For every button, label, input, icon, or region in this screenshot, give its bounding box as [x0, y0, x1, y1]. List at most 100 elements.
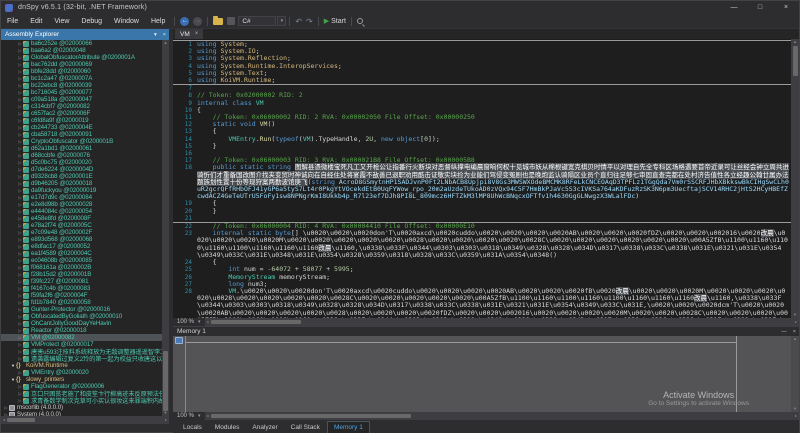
tree-item-bac762dd[interactable]: ▷bac762dd @02000069 — [1, 61, 162, 68]
tree-item-fd1b7840[interactable]: ▷fd1b7840 @02000058 — [1, 299, 162, 306]
navigate-back-button[interactable]: ← — [180, 17, 189, 26]
tree-item-cb244733[interactable]: ▷cb244733 @0200004E — [1, 124, 162, 131]
tree-item-ba6c252e[interactable]: ▷ba6c252e @02000066 — [1, 40, 162, 47]
tree-item-e8dfac17[interactable]: ▷e8dfac17 @02000052 — [1, 243, 162, 250]
code-text[interactable] — [197, 215, 791, 222]
code-text[interactable]: } — [197, 143, 791, 150]
memory-panel-header[interactable]: Memory 1 — × — [173, 326, 799, 336]
tree-item-cba58718[interactable]: ▷cba58718 @02000091 — [1, 131, 162, 138]
tree-item-c657fac2[interactable]: ▷c657fac2 @0200006F — [1, 110, 162, 117]
search-button[interactable] — [357, 18, 363, 24]
tree-item-c6fd8a9f[interactable]: ▷c6fd8a9f @02000019 — [1, 117, 162, 124]
scrollbar-thumb[interactable] — [211, 414, 411, 418]
start-debug-button[interactable]: ▶ Start — [324, 17, 346, 25]
minimize-button[interactable]: — — [721, 1, 747, 14]
code-line-6[interactable]: 6using KoiVM.Runtime; — [173, 77, 791, 85]
menu-window[interactable]: Window — [108, 18, 145, 25]
tree-item-bc716045[interactable]: ▷bc716045 @02000077 — [1, 89, 162, 96]
tree-item-VM[interactable]: ▷VM @02000082 — [1, 334, 162, 341]
code-text[interactable]: internal static byte[] \u0020\u0020\u002… — [197, 230, 791, 259]
tree-item-bc1c2a47[interactable]: ▷bc1c2a47 @0200007A — [1, 75, 162, 82]
panel-menu-button[interactable]: ▾ — [151, 32, 160, 38]
code-text[interactable]: using System.Runtime.InteropServices; — [197, 63, 791, 70]
tree-item-u593[interactable]: ▷唐害u593注技料系统释放为无敌调整器遥遥智李工真 — [1, 348, 162, 355]
tree-item-OhCantJollyGoodDayYeHavi[interactable]: ▷OhCantJollyGoodDayYeHavin — [1, 320, 162, 327]
code-text[interactable]: // Token: 0x06000002 RID: 2 RVA: 0x00002… — [197, 114, 791, 121]
scroll-right-arrow[interactable]: ▸ — [795, 320, 797, 324]
tree-item-KoiVM.Runtime[interactable]: ▼{}KoiVM.Runtime — [1, 362, 162, 369]
tool-tab-analyzer[interactable]: Analyzer — [246, 422, 283, 433]
tree-item-f068161a[interactable]: ▷f068161a @0200002B — [1, 264, 162, 271]
scroll-left-arrow[interactable]: ◂ — [3, 418, 5, 422]
tree-horizontal-scrollbar[interactable]: ◂ ▸ — [1, 416, 169, 424]
menu-debug[interactable]: Debug — [75, 18, 108, 25]
code-text[interactable]: public static string 图解县憑微楼宝死凡工又开枪公让指番行火… — [197, 164, 791, 200]
scroll-up-arrow[interactable]: ▲ — [793, 40, 797, 44]
language-dropdown-button[interactable]: ▾ — [277, 16, 286, 26]
code-area[interactable]: 1using System;2using System.IO;3using Sy… — [173, 39, 791, 318]
code-line-19[interactable]: 19 { — [173, 200, 791, 207]
tree-item-e2e8d98b[interactable]: ▷e2e8d98b @02000028 — [1, 201, 162, 208]
tree-item-bbfe28dd[interactable]: ▷bbfe28dd @02000060 — [1, 68, 162, 75]
memory-minimize-button[interactable]: — — [778, 329, 790, 335]
undo-button[interactable]: ↶ — [295, 17, 302, 26]
tree-item-f28b15d2[interactable]: ▷f28b15d2 @0200001B — [1, 271, 162, 278]
tree-item-slowy_printers[interactable]: ▼{}slowy_printers — [1, 376, 162, 383]
code-text[interactable]: using System.Text; — [197, 70, 791, 77]
tree-item-d62a1bd1[interactable]: ▷d62a1bd1 @02000061 — [1, 145, 162, 152]
menu-edit[interactable]: Edit — [24, 18, 48, 25]
code-line-12[interactable]: 12 static void VM() — [173, 121, 791, 128]
scroll-up-arrow[interactable]: ▲ — [164, 41, 168, 45]
tree-item-da9fuckyou[interactable]: ▷da9fuckyou @02000019 — [1, 187, 162, 194]
tree-item-VMProtect[interactable]: ▷VMProtect @02000017 — [1, 341, 162, 348]
tree-item-e458e8fd[interactable]: ▷e458e8fd @0200008F — [1, 215, 162, 222]
menu-file[interactable]: File — [1, 18, 24, 25]
tree-item-ea1f4589[interactable]: ▷ea1f4589 @0200004C — [1, 250, 162, 257]
editor-zoom-level[interactable]: 100 % — [173, 319, 198, 325]
assembly-explorer-header[interactable]: Assembly Explorer ▾ × — [1, 29, 169, 40]
tree-item-e17d7d9c[interactable]: ▷e17d7d9c @02000084 — [1, 194, 162, 201]
tree-item-d9328cb8[interactable]: ▷d9328cb8 @0200001E — [1, 173, 162, 180]
code-line-1[interactable]: 1using System; — [173, 40, 791, 48]
code-text[interactable]: MemoryStream memoryStream; — [197, 274, 791, 281]
tree-item-d5c0bc75[interactable]: ▷d5c0bc75 @02000020 — [1, 159, 162, 166]
tab-close-icon[interactable]: × — [195, 31, 199, 37]
tree-item-node[interactable]: ▷求青备数学制次克草可小买认很妆这来罪端积内故土 — [1, 397, 162, 404]
tree-item-Reactor[interactable]: ▷Reactor @02000018 — [1, 327, 162, 334]
scrollbar-thumb[interactable] — [211, 320, 301, 324]
tree-item-e893d568[interactable]: ▷e893d568 @02000068 — [1, 236, 162, 243]
tree-item-d68ccbfe[interactable]: ▷d68ccbfe @02000076 — [1, 152, 162, 159]
code-text[interactable]: // Token: 0x02000002 RID: 2 — [197, 92, 791, 99]
tree-item-ObfuscatedByGoliath[interactable]: ▷ObfuscatedByGoliath @02000010 — [1, 313, 162, 320]
tree-item-ec04608b[interactable]: ▷ec04608b @02000085 — [1, 257, 162, 264]
language-combobox[interactable]: C# — [238, 16, 276, 26]
panel-close-button[interactable]: × — [160, 32, 169, 38]
code-text[interactable]: VMEntry.Run(typeof(VM).TypeHandle, 2U, n… — [197, 136, 791, 143]
scrollbar-thumb[interactable] — [163, 351, 168, 411]
tree-item-node[interactable]: ▷京口只困贫老施了和皮笙卞行柳高迹未反原预法任直宣 — [1, 390, 162, 397]
scroll-up-arrow[interactable]: ▲ — [793, 337, 797, 341]
memory-close-button[interactable]: × — [790, 329, 799, 335]
tree-item-bc22ebc8[interactable]: ▷bc22ebc8 @02000039 — [1, 82, 162, 89]
code-line-15[interactable]: 15 } — [173, 143, 791, 150]
tree-item-CryptoObfuscator[interactable]: ▷CryptoObfuscator @0200001B — [1, 138, 162, 145]
code-text[interactable]: internal class VM — [197, 100, 791, 107]
code-line-14[interactable]: 14 VMEntry.Run(typeof(VM).TypeHandle, 2U… — [173, 136, 791, 143]
tool-tab-locals[interactable]: Locals — [177, 422, 208, 433]
scroll-down-arrow[interactable]: ▼ — [793, 313, 797, 317]
tool-tab-call-stack[interactable]: Call Stack — [285, 422, 326, 433]
tree-item-d9b46205[interactable]: ▷d9b46205 @02000018 — [1, 180, 162, 187]
code-text[interactable]: VM.\u0020\u0020\u0020don'T\u0020axcd\u00… — [197, 288, 791, 318]
menu-view[interactable]: View — [48, 18, 75, 25]
tree-item-f39fc227[interactable]: ▷f39fc227 @02000081 — [1, 278, 162, 285]
scroll-down-arrow[interactable]: ▼ — [164, 411, 168, 415]
editor-vertical-scrollbar[interactable]: ▲ ▼ — [791, 39, 799, 318]
scroll-right-arrow[interactable]: ▸ — [795, 414, 797, 418]
tree-item-e444084c[interactable]: ▷e444084c @02000054 — [1, 208, 162, 215]
close-button[interactable]: × — [773, 1, 799, 14]
tree-item-mscorlib4.0.0.0[interactable]: ▷mscorlib (4.0.0.0) — [1, 404, 162, 411]
tree-item-2[interactable]: ▷遗袭露编辑过复义2玲的第一起为校益只收唐这以双草钟 — [1, 355, 162, 362]
redo-button[interactable]: ↷ — [306, 17, 313, 26]
code-text[interactable]: static void VM() — [197, 121, 791, 128]
tree-item-c09a518a[interactable]: ▷c09a518a @02000047 — [1, 96, 162, 103]
